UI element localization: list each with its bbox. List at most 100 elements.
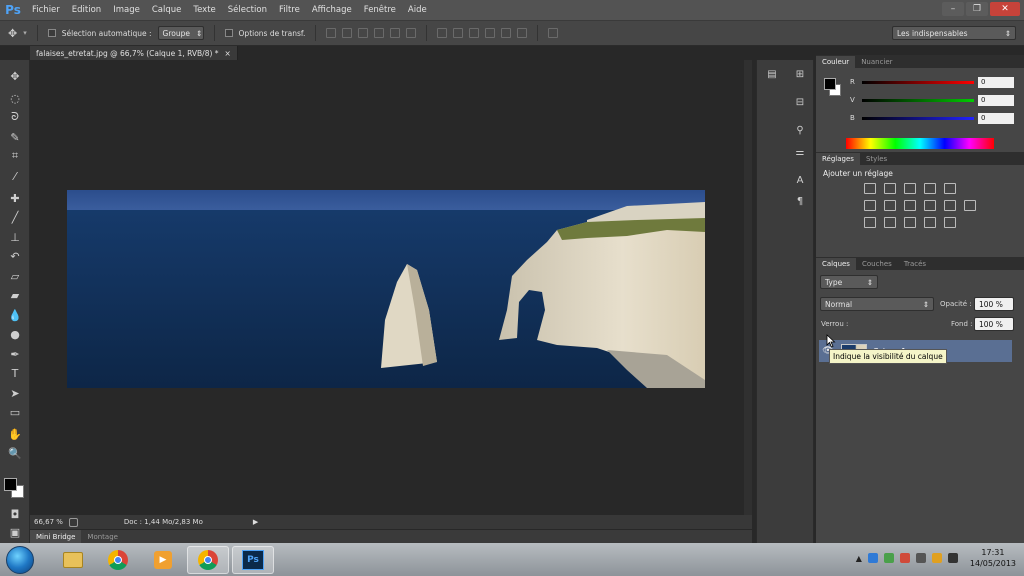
eyedropper-tool-icon[interactable]: ⁄ [6,168,24,184]
tool-preset-arrow-icon[interactable]: ▾ [23,29,27,37]
tab-couleur[interactable]: Couleur [816,56,856,68]
menu-fenetre[interactable]: Fenêtre [358,5,402,15]
brush-icon[interactable]: ⚲ [793,124,807,136]
quick-select-tool-icon[interactable]: ✎ [6,129,24,145]
brush-presets-icon[interactable]: ⊟ [793,96,807,108]
show-hidden-icons-icon[interactable]: ▲ [856,554,862,563]
type-tool-icon[interactable]: T [6,365,24,381]
explorer-icon[interactable] [52,546,94,574]
tab-nuancier[interactable]: Nuancier [855,56,898,68]
minimize-button[interactable]: – [942,2,964,16]
color-foreground-swatch[interactable] [824,78,836,90]
menu-fichier[interactable]: Fichier [26,5,66,15]
slider-v-value[interactable]: 0 [978,94,1014,106]
color-lookup-icon[interactable] [964,200,976,211]
menu-texte[interactable]: Texte [187,5,221,15]
black-white-icon[interactable] [904,200,916,211]
color-spectrum[interactable] [846,138,994,149]
photo-filter-icon[interactable] [924,200,936,211]
threshold-icon[interactable] [904,217,916,228]
blur-tool-icon[interactable]: 💧 [6,307,24,323]
zoom-level[interactable]: 66,67 % [34,518,63,526]
pen-tool-icon[interactable]: ✒ [6,346,24,362]
crop-tool-icon[interactable]: ⌗ [6,148,24,164]
hand-tool-icon[interactable]: ✋ [6,426,24,442]
shape-tool-icon[interactable]: ▭ [6,404,24,420]
distribute-hcenter-icon[interactable] [501,28,512,38]
invert-icon[interactable] [864,217,876,228]
distribute-right-icon[interactable] [517,28,528,38]
export-icon[interactable] [68,517,78,527]
restore-button[interactable]: ❐ [966,2,988,16]
align-hcenter-icon[interactable] [390,28,401,38]
tab-reglages[interactable]: Réglages [816,153,860,165]
move-tool-icon[interactable]: ✥ [6,68,24,84]
distribute-top-icon[interactable] [437,28,448,38]
chrome-icon[interactable] [187,545,229,574]
distribute-bottom-icon[interactable] [469,28,480,38]
media-player-icon[interactable]: ▶ [142,546,184,574]
posterize-icon[interactable] [884,217,896,228]
menu-filtre[interactable]: Filtre [273,5,306,15]
mini-bridge-icon[interactable]: ▤ [765,68,779,80]
security-icon[interactable] [883,553,894,563]
document-image[interactable] [67,190,705,388]
photoshop-icon[interactable]: Ps [232,545,274,574]
slider-r-track[interactable] [862,80,974,84]
healing-brush-tool-icon[interactable]: ✚ [6,190,24,206]
lasso-tool-icon[interactable]: ᘐ [6,109,24,125]
dodge-tool-icon[interactable]: ● [6,326,24,342]
foreground-color-swatch[interactable] [4,478,17,491]
curves-icon[interactable] [904,183,916,194]
transform-checkbox[interactable] [224,29,233,37]
tab-styles[interactable]: Styles [860,153,893,165]
opacity-field[interactable]: 100 % [974,297,1014,311]
history-brush-tool-icon[interactable]: ↶ [6,248,24,264]
document-tab[interactable]: falaises_etretat.jpg @ 66,7% (Calque 1, … [30,46,238,60]
move-tool-icon[interactable]: ✥ [8,27,17,40]
slider-v[interactable]: V 0 [850,94,1016,106]
auto-select-checkbox[interactable] [47,29,56,37]
path-selection-tool-icon[interactable]: ➤ [6,385,24,401]
distribute-left-icon[interactable] [485,28,496,38]
tab-calques[interactable]: Calques [816,258,856,270]
blend-mode-dropdown[interactable]: Normal ⇕ [820,297,934,311]
auto-select-dropdown[interactable]: Groupe ⇕ [157,26,204,40]
update-icon[interactable] [899,553,910,563]
clone-source-icon[interactable]: ⚌ [793,146,807,158]
start-button[interactable] [6,545,34,574]
channel-mixer-icon[interactable] [944,200,956,211]
auto-align-icon[interactable] [548,28,559,38]
gradient-tool-icon[interactable]: ▰ [6,287,24,303]
exposure-icon[interactable] [924,183,936,194]
menu-aide[interactable]: Aide [402,5,433,15]
tab-mini-bridge[interactable]: Mini Bridge [30,530,82,543]
tab-montage[interactable]: Montage [81,530,124,543]
chrome-icon[interactable] [97,546,139,574]
power-icon[interactable] [931,553,942,563]
marquee-tool-icon[interactable]: ◌ [6,90,24,106]
canvas-area[interactable] [30,60,752,515]
paragraph-icon[interactable]: ¶ [793,195,807,207]
slider-b[interactable]: B 0 [850,112,1016,124]
menu-image[interactable]: Image [107,5,146,15]
display-icon[interactable] [915,553,926,563]
levels-icon[interactable] [884,183,896,194]
slider-r-value[interactable]: 0 [978,76,1014,88]
slider-b-value[interactable]: 0 [978,112,1014,124]
menu-edition[interactable]: Edition [66,5,107,15]
align-left-icon[interactable] [374,28,385,38]
align-top-icon[interactable] [326,28,337,38]
clone-stamp-tool-icon[interactable]: ⊥ [6,229,24,245]
layer-filter-dropdown[interactable]: Type ⇕ [820,275,878,289]
status-menu-arrow-icon[interactable]: ▶ [253,518,258,526]
distribute-vcenter-icon[interactable] [453,28,464,38]
close-button[interactable]: ✕ [990,2,1020,16]
clock[interactable]: 17:31 14/05/2013 [970,547,1016,569]
workspace-dropdown[interactable]: Les indispensables ⇕ [892,26,1016,40]
hue-saturation-icon[interactable] [864,200,876,211]
quick-mask-icon[interactable]: ◘ [6,506,24,522]
align-vcenter-icon[interactable] [342,28,353,38]
zoom-tool-icon[interactable]: 🔍 [6,445,24,461]
fill-field[interactable]: 100 % [974,317,1014,331]
